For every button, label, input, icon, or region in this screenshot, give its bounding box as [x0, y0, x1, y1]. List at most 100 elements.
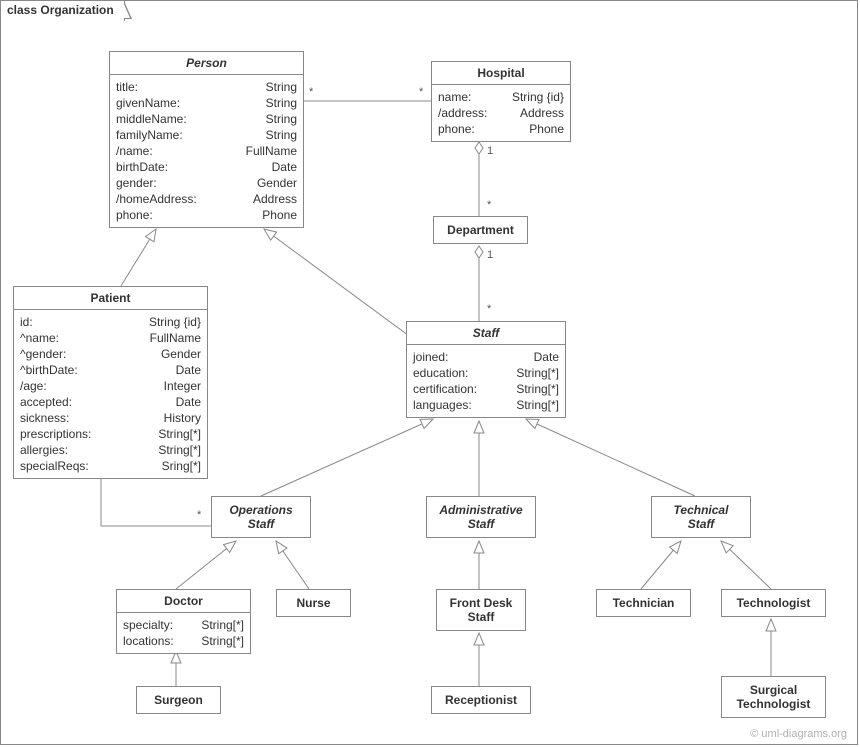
- attr-name: middleName:: [116, 111, 187, 127]
- class-patient: Patient id: String {id} ^name: FullName ^g…: [13, 286, 208, 479]
- class-title-line: Staff: [468, 517, 494, 531]
- attr-name: /name:: [116, 143, 153, 159]
- class-attrs: name: String {id} /address: Address phone:…: [432, 85, 570, 141]
- attr-type: History: [154, 410, 201, 426]
- class-title: Staff: [407, 322, 565, 345]
- class-title-line: Front Desk: [450, 596, 513, 610]
- attr-name: birthDate:: [116, 159, 168, 175]
- mult-label: *: [487, 199, 491, 211]
- attr-type: String[*]: [506, 397, 559, 413]
- class-front-desk-staff: Front Desk Staff: [436, 589, 526, 631]
- attr-type: Sring[*]: [152, 458, 201, 474]
- attr-name: phone:: [438, 121, 475, 137]
- attr-name: /age:: [20, 378, 47, 394]
- attr-name: education:: [413, 365, 468, 381]
- class-attrs: specialty: String[*] locations: String[*]: [117, 613, 250, 653]
- attr-name: /address:: [438, 105, 487, 121]
- attr-name: id:: [20, 314, 33, 330]
- class-staff: Staff joined: Date education: String[*] ce…: [406, 321, 566, 418]
- attr-type: Integer: [154, 378, 201, 394]
- attr-name: locations:: [123, 633, 174, 649]
- attr-type: FullName: [236, 143, 297, 159]
- attr-type: String: [256, 95, 297, 111]
- class-person: Person title: String givenName: String mid…: [109, 51, 304, 228]
- class-technician: Technician: [596, 589, 691, 617]
- class-attrs: id: String {id} ^name: FullName ^gender: Ge…: [14, 310, 207, 478]
- class-title-line: Staff: [248, 517, 274, 531]
- attr-name: allergies:: [20, 442, 68, 458]
- attr-type: Phone: [519, 121, 564, 137]
- attr-name: ^name:: [20, 330, 59, 346]
- attr-type: String[*]: [148, 426, 201, 442]
- attr-type: String[*]: [191, 617, 244, 633]
- class-title: Patient: [14, 287, 207, 310]
- attr-type: Address: [510, 105, 564, 121]
- mult-label: *: [419, 86, 423, 98]
- attr-name: familyName:: [116, 127, 183, 143]
- attr-name: /homeAddress:: [116, 191, 197, 207]
- attr-type: Date: [166, 394, 201, 410]
- attr-name: phone:: [116, 207, 153, 223]
- attr-type: String {id}: [139, 314, 201, 330]
- class-title-line: Surgical: [750, 683, 797, 697]
- attr-name: ^birthDate:: [20, 362, 78, 378]
- class-title: Person: [110, 52, 303, 75]
- attr-type: String: [256, 127, 297, 143]
- class-title-line: Staff: [688, 517, 714, 531]
- attr-name: title:: [116, 79, 138, 95]
- class-attrs: title: String givenName: String middleName…: [110, 75, 303, 227]
- mult-label: *: [309, 86, 313, 98]
- mult-label: *: [197, 509, 201, 521]
- class-attrs: joined: Date education: String[*] certific…: [407, 345, 565, 417]
- attr-type: Gender: [151, 346, 201, 362]
- attr-type: String[*]: [506, 381, 559, 397]
- attr-type: String[*]: [191, 633, 244, 649]
- attr-type: String {id}: [502, 89, 564, 105]
- class-receptionist: Receptionist: [431, 686, 531, 714]
- attr-type: String[*]: [148, 442, 201, 458]
- class-title: Hospital: [432, 62, 570, 85]
- attr-name: specialty:: [123, 617, 173, 633]
- attr-name: gender:: [116, 175, 157, 191]
- attr-type: Date: [524, 349, 559, 365]
- class-technical-staff: Technical Staff: [651, 496, 751, 538]
- class-technologist: Technologist: [721, 589, 826, 617]
- attr-type: String: [256, 111, 297, 127]
- package-frame: class Organization: [0, 0, 858, 745]
- attr-type: String[*]: [506, 365, 559, 381]
- mult-label: 1: [487, 145, 493, 157]
- attr-name: sickness:: [20, 410, 69, 426]
- mult-label: 1: [487, 249, 493, 261]
- attr-name: accepted:: [20, 394, 72, 410]
- attr-type: Date: [166, 362, 201, 378]
- class-title-line: Staff: [468, 610, 495, 624]
- class-title: Doctor: [117, 590, 250, 613]
- class-administrative-staff: Administrative Staff: [426, 496, 536, 538]
- attr-type: Phone: [252, 207, 297, 223]
- attr-type: Date: [262, 159, 297, 175]
- attr-type: FullName: [140, 330, 201, 346]
- attr-name: name:: [438, 89, 471, 105]
- class-title-line: Technical: [674, 503, 729, 517]
- mult-label: *: [487, 303, 491, 315]
- attr-name: languages:: [413, 397, 472, 413]
- attr-name: joined:: [413, 349, 448, 365]
- class-operations-staff: Operations Staff: [211, 496, 311, 538]
- attr-type: String: [256, 79, 297, 95]
- class-doctor: Doctor specialty: String[*] locations: Str…: [116, 589, 251, 654]
- class-title-line: Administrative: [439, 503, 522, 517]
- class-department: Department: [433, 216, 528, 244]
- class-nurse: Nurse: [276, 589, 351, 617]
- attr-name: certification:: [413, 381, 477, 397]
- attr-name: ^gender:: [20, 346, 66, 362]
- class-title-line: Technologist: [737, 697, 811, 711]
- attr-name: prescriptions:: [20, 426, 91, 442]
- copyright-label: © uml-diagrams.org: [750, 728, 847, 740]
- attr-type: Gender: [247, 175, 297, 191]
- class-title-line: Operations: [229, 503, 292, 517]
- attr-type: Address: [243, 191, 297, 207]
- attr-name: givenName:: [116, 95, 180, 111]
- class-surgeon: Surgeon: [136, 686, 221, 714]
- attr-name: specialReqs:: [20, 458, 89, 474]
- class-surgical-technologist: Surgical Technologist: [721, 676, 826, 718]
